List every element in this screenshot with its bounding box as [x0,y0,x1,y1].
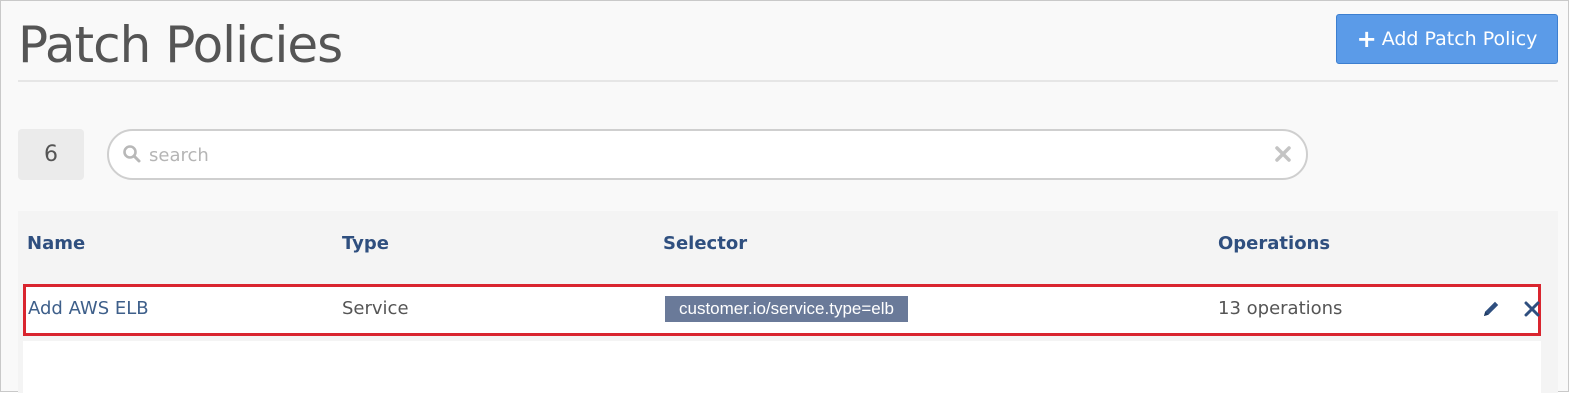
policy-operations: 13 operations [1218,298,1343,319]
search-box [107,129,1308,180]
close-icon[interactable] [1521,298,1543,320]
search-icon [123,145,141,163]
add-patch-policy-button[interactable]: + Add Patch Policy [1336,14,1558,64]
patch-policies-table: Name Type Selector Operations Add AWS EL… [18,211,1558,393]
pencil-icon[interactable] [1480,298,1502,320]
search-input[interactable] [149,139,1269,171]
clear-icon[interactable] [1274,145,1292,163]
column-header-operations[interactable]: Operations [1218,233,1330,254]
app-frame: Patch Policies + Add Patch Policy 6 Name… [0,0,1569,393]
column-header-type[interactable]: Type [342,233,389,254]
result-count-badge: 6 [18,129,84,180]
plus-icon: + [1356,25,1377,53]
policy-type: Service [342,298,409,319]
policy-name[interactable]: Add AWS ELB [28,298,149,319]
column-header-name[interactable]: Name [27,233,85,254]
page-title: Patch Policies [18,16,343,74]
table-row-empty [23,341,1541,393]
title-divider [18,80,1558,82]
selector-tag: customer.io/service.type=elb [665,296,908,322]
add-button-label: Add Patch Policy [1381,28,1538,50]
column-header-selector[interactable]: Selector [663,233,747,254]
table-header: Name Type Selector Operations [18,211,1558,277]
table-row[interactable]: Add AWS ELB Service customer.io/service.… [23,284,1541,336]
